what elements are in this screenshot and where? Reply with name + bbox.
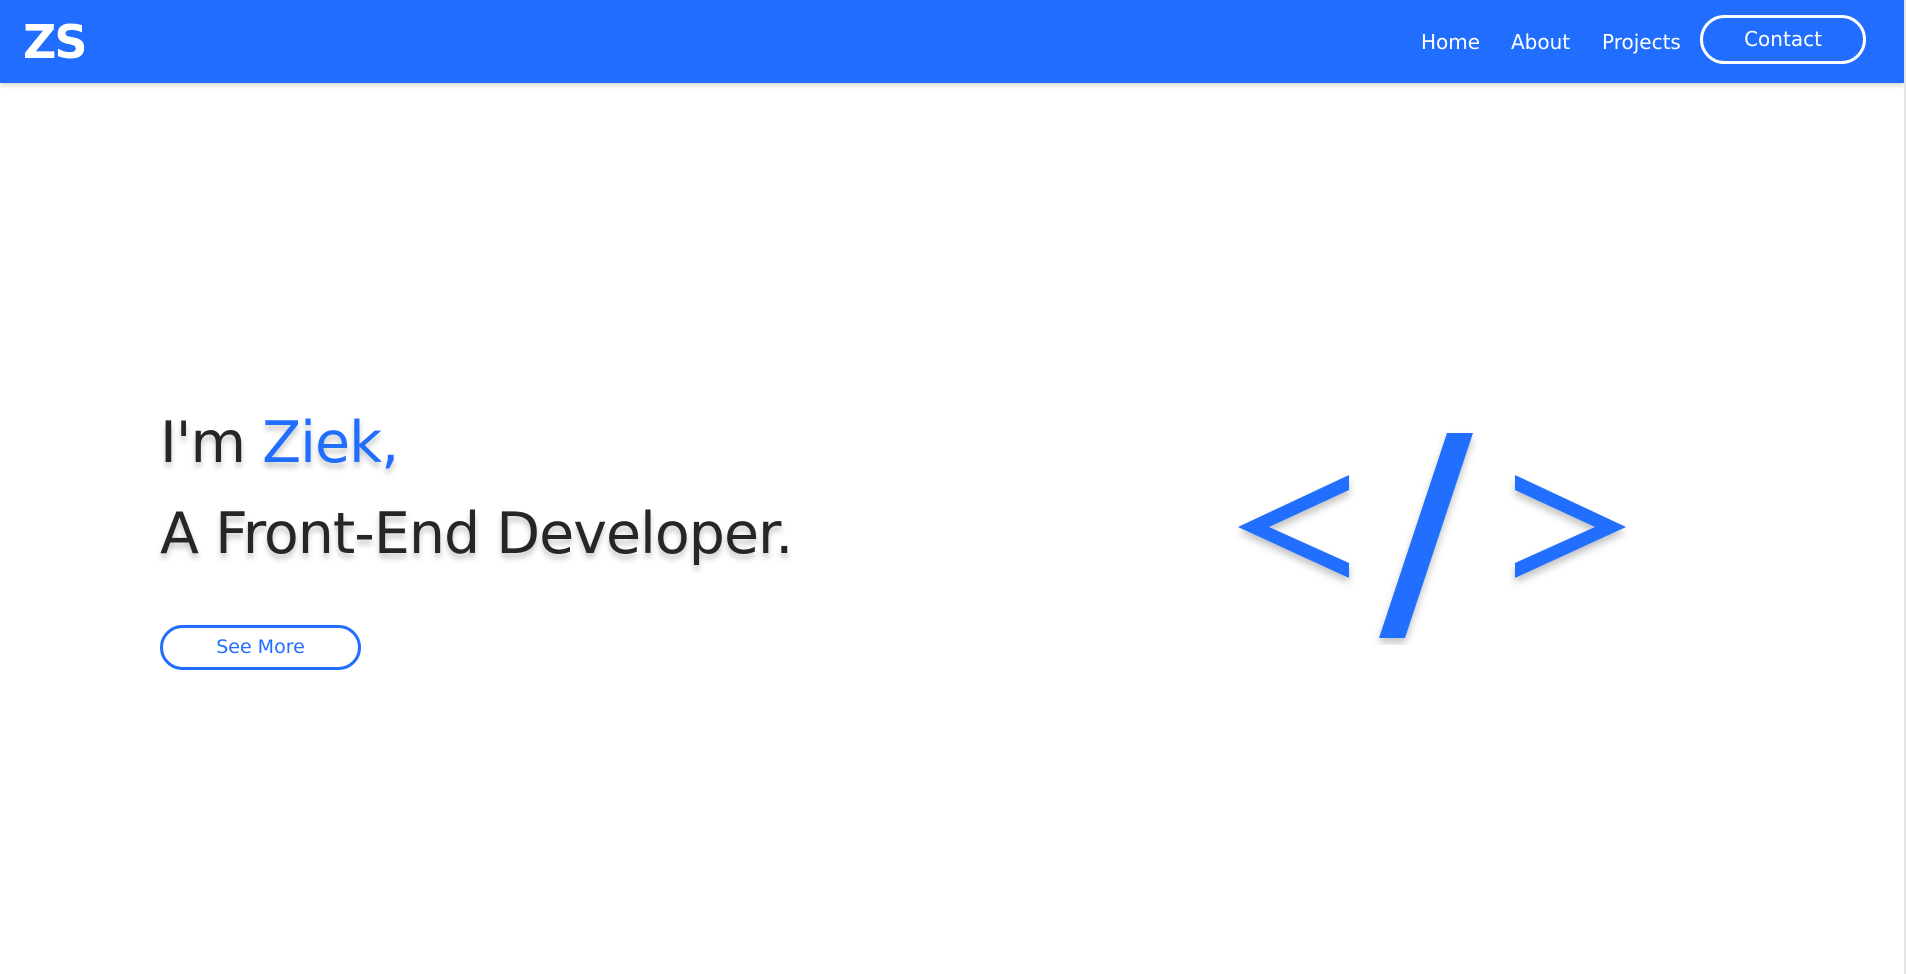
nav-projects-link[interactable]: Projects (1602, 28, 1681, 56)
hero-greeting-prefix: I'm (160, 410, 263, 476)
nav-home-link[interactable]: Home (1421, 28, 1480, 56)
code-right-bracket (1515, 475, 1626, 578)
site-logo[interactable]: ZS (23, 12, 88, 72)
code-symbol (1238, 433, 1626, 638)
hero-subtitle: A Front-End Developer. (160, 501, 793, 567)
code-slash (1379, 433, 1473, 638)
nav-about-link[interactable]: About (1511, 28, 1570, 56)
portfolio-page: ZS Home About Projects Contact I'm Ziek,… (0, 0, 1906, 974)
code-icon (1238, 433, 1626, 638)
site-header: ZS Home About Projects Contact (0, 0, 1904, 83)
hero-greeting: I'm Ziek, (160, 403, 399, 483)
hero-name: Ziek, (262, 410, 399, 476)
code-left-bracket (1238, 475, 1349, 578)
contact-button[interactable]: Contact (1700, 15, 1866, 64)
see-more-button[interactable]: See More (160, 625, 361, 670)
